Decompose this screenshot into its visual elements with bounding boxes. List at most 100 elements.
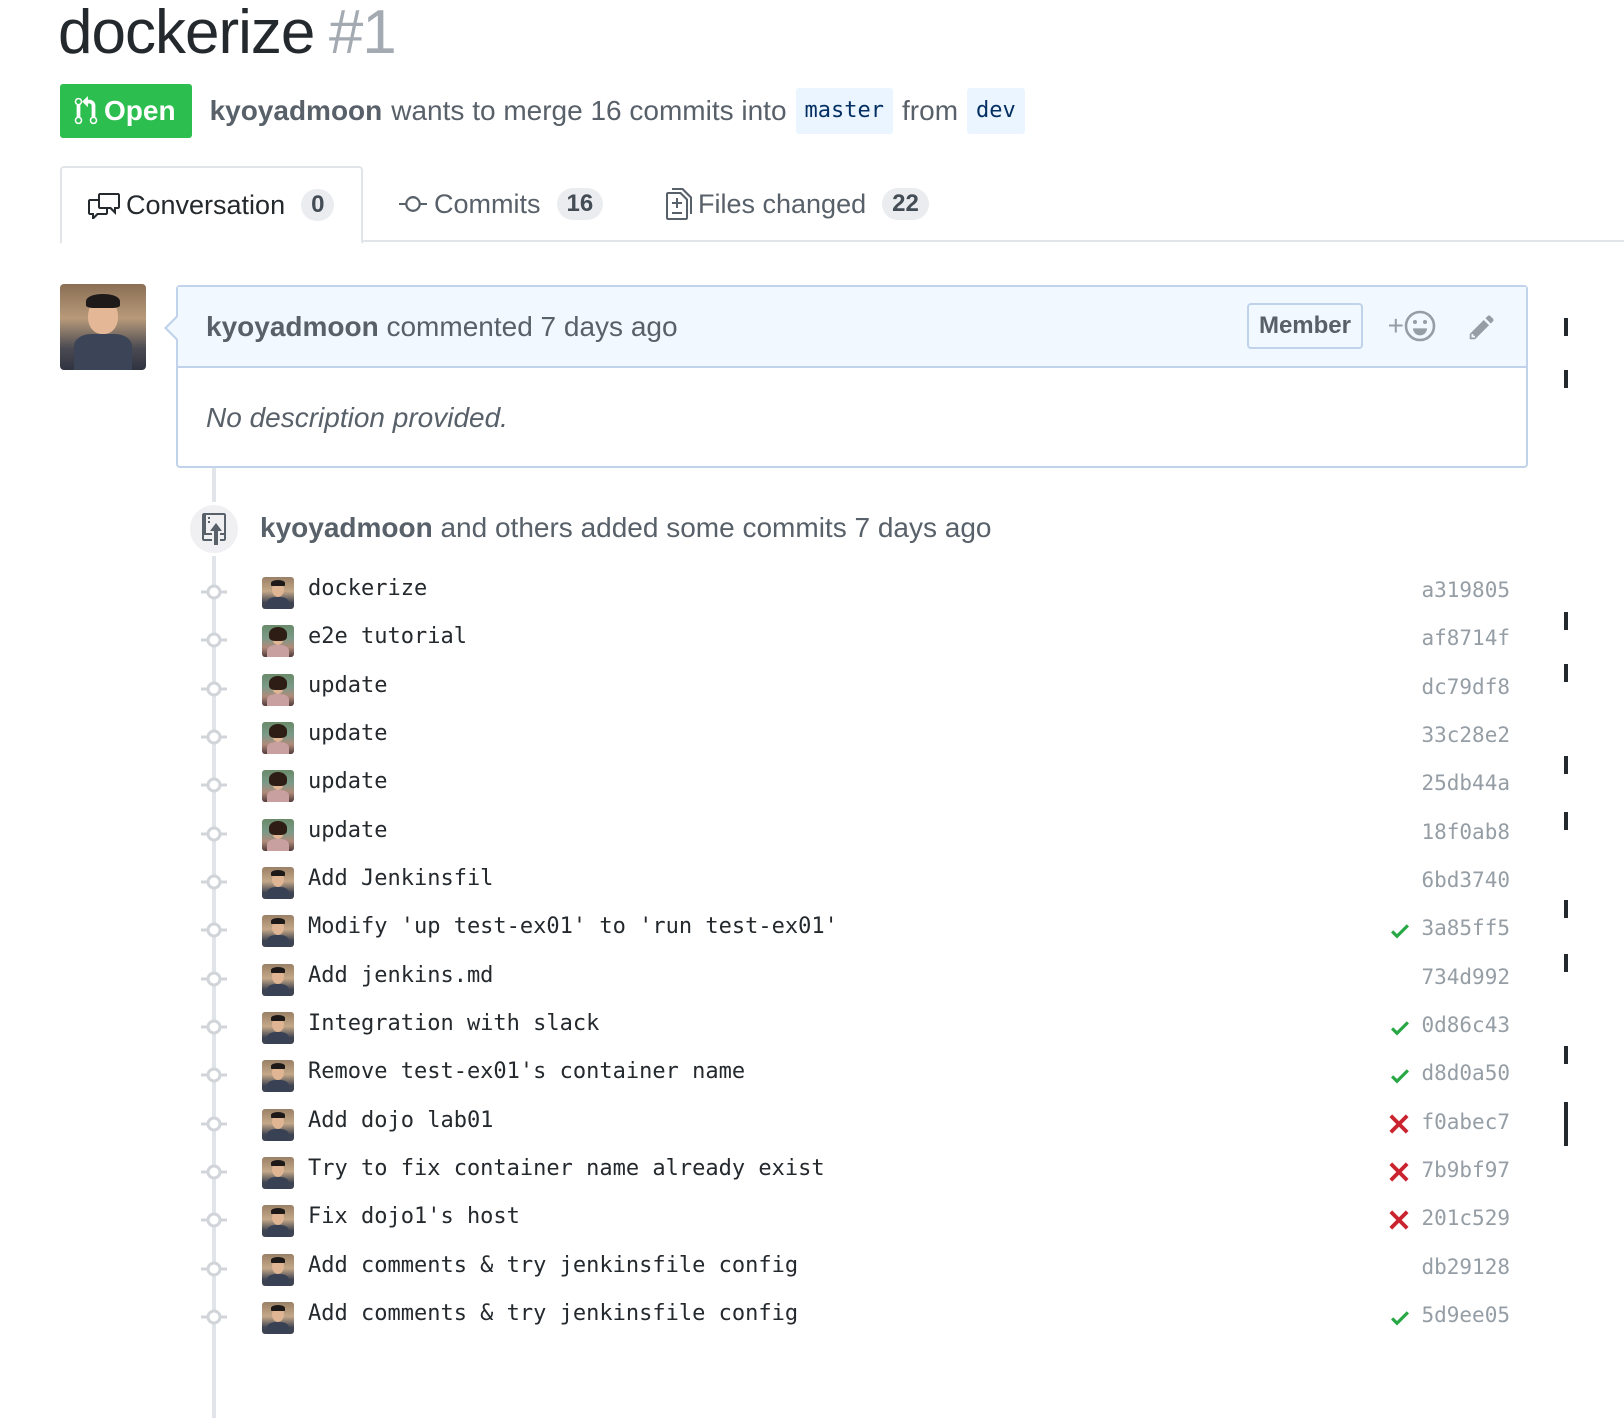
commit-row[interactable]: update 25db44a <box>0 761 1530 809</box>
commit-row[interactable]: Add jenkins.md 734d992 <box>0 955 1530 1003</box>
commit-author-avatar[interactable] <box>262 1108 294 1141</box>
commit-message-link[interactable]: Add comments & try jenkinsfile config <box>308 1301 798 1326</box>
x-icon[interactable] <box>1388 1113 1412 1137</box>
commit-message-link[interactable]: Add jenkins.md <box>308 963 493 988</box>
commits-event-text: and others added some commits 7 days ago <box>440 512 992 543</box>
commit-sha-link[interactable]: 7b9bf97 <box>1421 1158 1510 1182</box>
commit-author-avatar[interactable] <box>262 673 294 706</box>
commit-sha-link[interactable]: 201c529 <box>1421 1206 1510 1230</box>
git-commit-dot-icon <box>201 631 227 649</box>
commit-author-avatar[interactable] <box>262 770 294 803</box>
commit-sha-link[interactable]: 25db44a <box>1421 771 1510 795</box>
commit-row[interactable]: update 18f0ab8 <box>0 810 1530 858</box>
git-commit-dot-icon <box>201 873 227 891</box>
commit-row[interactable]: Try to fix container name already exist 7… <box>0 1148 1530 1196</box>
commit-message-link[interactable]: Add dojo lab01 <box>308 1108 493 1133</box>
commit-row[interactable]: Integration with slack 0d86c43 <box>0 1003 1530 1051</box>
commit-author-avatar[interactable] <box>262 818 294 851</box>
commit-author-avatar[interactable] <box>262 1301 294 1334</box>
react-plus: + <box>1387 310 1404 341</box>
git-commit-dot-icon <box>201 921 227 939</box>
tab-conversation[interactable]: Conversation 0 <box>60 166 363 244</box>
commit-message-link[interactable]: Integration with slack <box>308 1011 599 1036</box>
commit-sha-link[interactable]: a319805 <box>1421 578 1510 602</box>
commit-message-link[interactable]: Add comments & try jenkinsfile config <box>308 1253 798 1278</box>
base-branch[interactable]: master <box>795 88 894 134</box>
commit-row[interactable]: Add Jenkinsfil 6bd3740 <box>0 858 1530 906</box>
edge-mark <box>1564 1102 1568 1146</box>
commit-author-avatar[interactable] <box>262 721 294 754</box>
merge-summary: kyoyadmoon wants to merge 16 commits int… <box>210 88 1034 134</box>
comment-author-link[interactable]: kyoyadmoon <box>206 311 379 342</box>
commit-message-link[interactable]: dockerize <box>308 576 427 601</box>
commit-message-link[interactable]: e2e tutorial <box>308 624 467 649</box>
commit-author-avatar[interactable] <box>262 577 294 609</box>
x-icon[interactable] <box>1388 1209 1412 1233</box>
commit-sha-link[interactable]: 734d992 <box>1421 965 1510 989</box>
commit-author-avatar[interactable] <box>262 915 294 948</box>
commit-message-link[interactable]: Fix dojo1's host <box>308 1204 520 1229</box>
avatar-body-shape <box>74 334 132 370</box>
commit-sha-link[interactable]: db29128 <box>1421 1255 1510 1279</box>
commit-sha-link[interactable]: 3a85ff5 <box>1421 916 1510 940</box>
x-icon[interactable] <box>1388 1161 1412 1185</box>
commit-message-link[interactable]: update <box>308 673 387 698</box>
commit-row[interactable]: Add dojo lab01 f0abec7 <box>0 1100 1530 1148</box>
commit-sha-link[interactable]: 18f0ab8 <box>1421 820 1510 844</box>
commit-row[interactable]: update 33c28e2 <box>0 713 1530 761</box>
commit-row[interactable]: dockerize a319805 <box>0 568 1530 616</box>
tab-commits-label: Commits <box>434 188 541 219</box>
check-icon[interactable] <box>1388 1306 1412 1330</box>
commit-row[interactable]: Add comments & try jenkinsfile config db2… <box>0 1245 1530 1293</box>
pr-author-link[interactable]: kyoyadmoon <box>210 95 383 127</box>
tab-commits[interactable]: Commits 16 <box>398 166 604 242</box>
tab-files-changed[interactable]: Files changed 22 <box>666 166 929 242</box>
commit-row[interactable]: e2e tutorial af8714f <box>0 616 1530 664</box>
commit-sha-link[interactable]: f0abec7 <box>1421 1110 1510 1134</box>
commit-message-link[interactable]: Try to fix container name already exist <box>308 1156 825 1181</box>
pr-description-comment: kyoyadmoon commented 7 days ago Member +… <box>164 285 1528 468</box>
check-icon[interactable] <box>1388 1016 1412 1040</box>
check-icon[interactable] <box>1388 919 1412 943</box>
commit-author-avatar[interactable] <box>262 1156 294 1189</box>
commit-author-avatar[interactable] <box>262 1205 294 1238</box>
commit-sha-link[interactable]: af8714f <box>1421 626 1510 650</box>
commit-sha-link[interactable]: dc79df8 <box>1421 675 1510 699</box>
edge-mark <box>1564 812 1568 830</box>
commit-row[interactable]: Remove test-ex01's container name d8d0a50 <box>0 1051 1530 1099</box>
commit-author-avatar[interactable] <box>262 1011 294 1044</box>
commit-message-link[interactable]: update <box>308 818 387 843</box>
comment-body: No description provided. <box>206 402 508 433</box>
commit-message-link[interactable]: Modify 'up test-ex01' to 'run test-ex01' <box>308 914 838 939</box>
commit-sha-link[interactable]: d8d0a50 <box>1421 1061 1510 1085</box>
edit-comment-button[interactable] <box>1468 313 1496 346</box>
commit-author-avatar[interactable] <box>262 1253 294 1286</box>
commit-sha-link[interactable]: 6bd3740 <box>1421 868 1510 892</box>
git-commit-dot-icon <box>201 680 227 698</box>
commit-row[interactable]: Fix dojo1's host 201c529 <box>0 1196 1530 1244</box>
commit-row[interactable]: Modify 'up test-ex01' to 'run test-ex01'… <box>0 906 1530 954</box>
comment-author-avatar[interactable] <box>60 284 146 370</box>
git-commit-dot-icon <box>201 1260 227 1278</box>
commit-message-link[interactable]: Add Jenkinsfil <box>308 866 493 891</box>
git-commit-dot-icon <box>201 1018 227 1036</box>
commit-message-link[interactable]: update <box>308 769 387 794</box>
commit-row[interactable]: Add comments & try jenkinsfile config 5d9… <box>0 1293 1530 1341</box>
commit-message-link[interactable]: update <box>308 721 387 746</box>
add-reaction-button[interactable]: + <box>1388 310 1436 342</box>
check-icon[interactable] <box>1388 1064 1412 1088</box>
commits-event-author[interactable]: kyoyadmoon <box>260 512 433 543</box>
commit-message-link[interactable]: Remove test-ex01's container name <box>308 1059 745 1084</box>
commit-author-avatar[interactable] <box>262 963 294 996</box>
tab-conversation-label: Conversation <box>126 189 286 220</box>
commit-sha-link[interactable]: 33c28e2 <box>1421 723 1510 747</box>
commit-author-avatar[interactable] <box>262 1060 294 1093</box>
commit-author-avatar[interactable] <box>262 625 294 658</box>
git-commit-icon <box>399 196 427 212</box>
head-branch[interactable]: dev <box>967 88 1025 134</box>
commit-sha-link[interactable]: 5d9ee05 <box>1421 1303 1510 1327</box>
commit-author-avatar[interactable] <box>262 866 294 899</box>
commit-row[interactable]: update dc79df8 <box>0 665 1530 713</box>
commit-sha-link[interactable]: 0d86c43 <box>1421 1013 1510 1037</box>
git-commit-dot-icon <box>201 583 227 601</box>
